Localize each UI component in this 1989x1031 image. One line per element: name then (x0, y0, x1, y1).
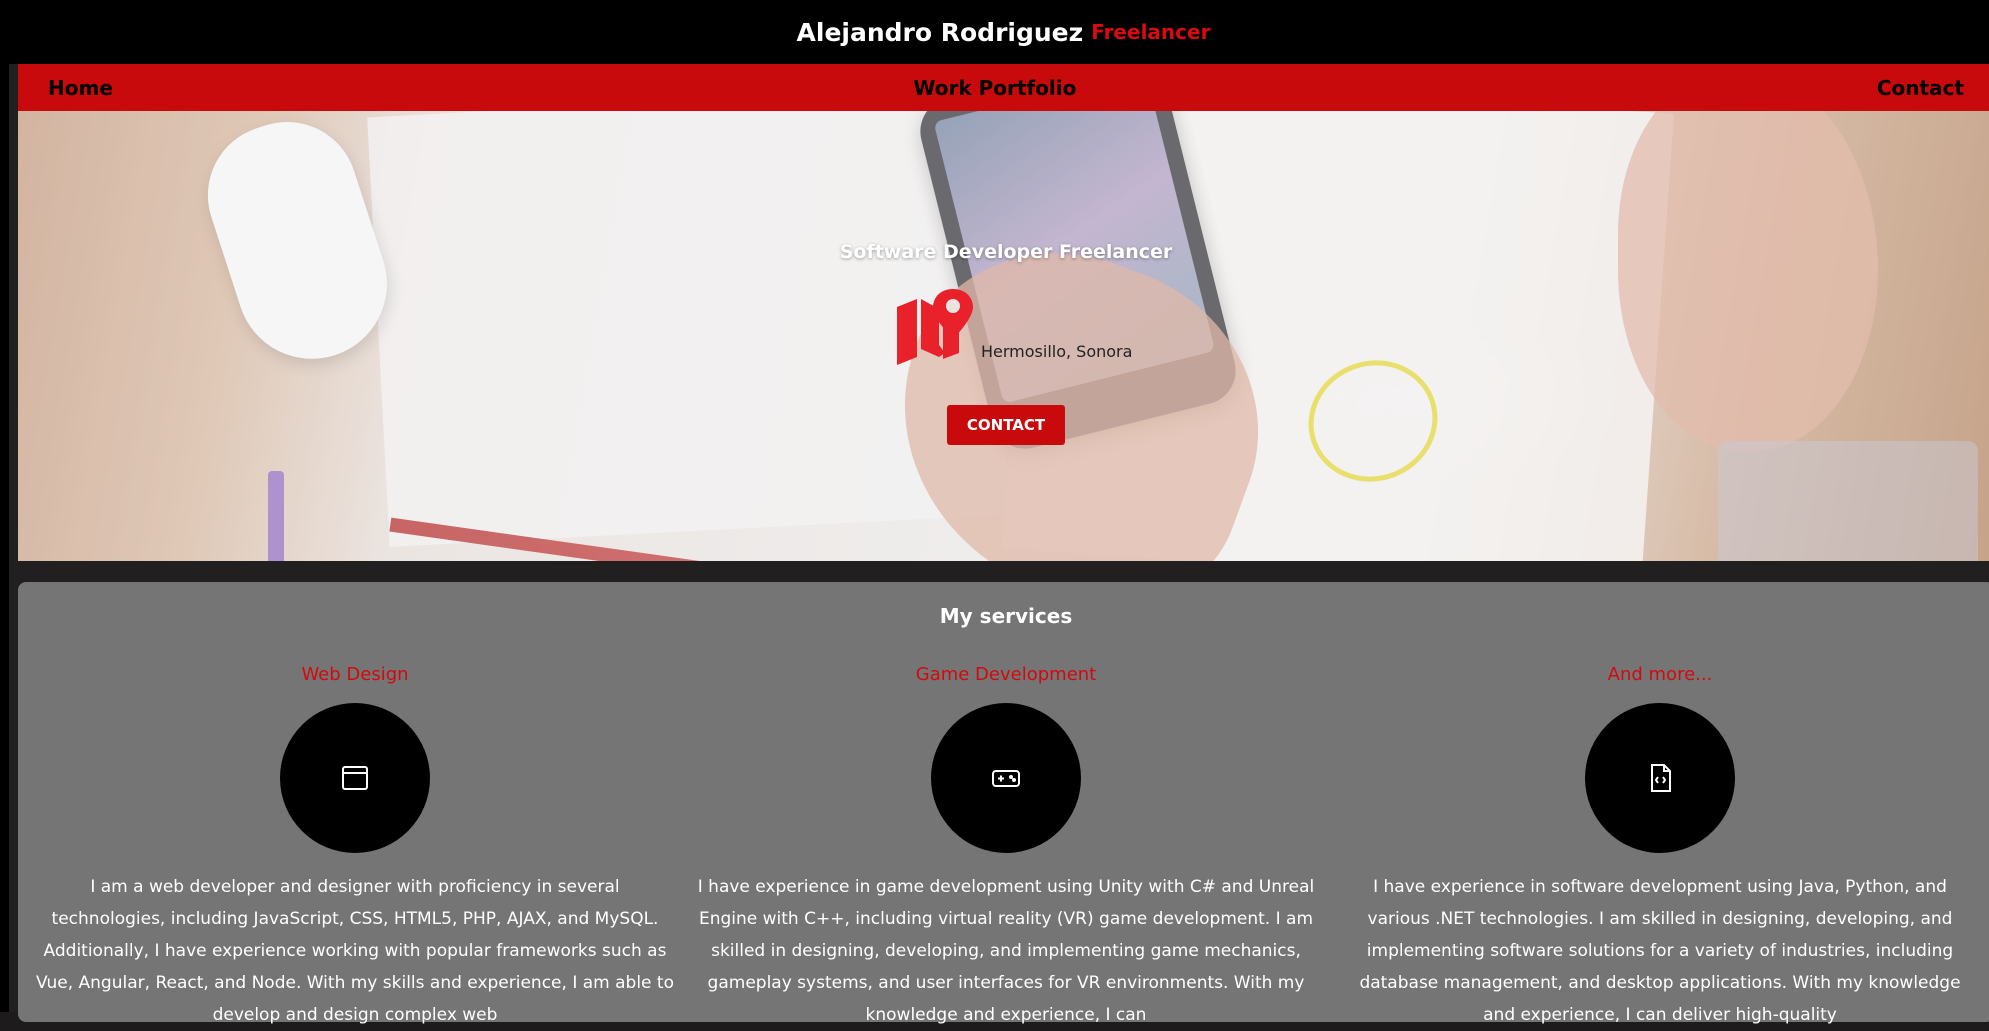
location-text: Hermosillo, Sonora (981, 342, 1133, 361)
hero-title: Software Developer Freelancer (839, 241, 1173, 263)
location-block: Hermosillo, Sonora (893, 287, 1132, 371)
hero-content: Software Developer Freelancer Hermosillo… (18, 111, 1989, 561)
main-navigation: Home Work Portfolio Contact (18, 64, 1989, 111)
service-title: Web Design (301, 664, 409, 685)
service-title: Game Development (915, 664, 1097, 685)
site-owner-name: Alejandro Rodriguez (796, 17, 1084, 47)
service-description: I am a web developer and designer with p… (36, 877, 674, 1025)
map-pin-icon (893, 287, 981, 371)
service-card-and-more: And more... I have experience in softwar… (1335, 664, 1985, 1031)
service-card-game-development: Game Development I have experience in ga… (681, 664, 1331, 1031)
service-title: And more... (1607, 664, 1713, 685)
nav-home-link[interactable]: Home (48, 76, 113, 100)
nav-contact-link[interactable]: Contact (1877, 76, 1964, 100)
gamepad-icon (931, 703, 1081, 853)
service-card-web-design: Web Design I am a web developer and desi… (30, 664, 680, 1031)
service-description: I have experience in software developmen… (1359, 877, 1961, 1025)
services-title: My services (939, 604, 1073, 628)
services-section: My services Web Design I am a web develo… (18, 582, 1989, 1025)
page-frame: Alejandro Rodriguez Freelancer Home Work… (0, 0, 1989, 1025)
site-owner-role: Freelancer (1091, 20, 1211, 44)
nav-portfolio-link[interactable]: Work Portfolio (913, 76, 1076, 100)
code-file-icon (1585, 703, 1735, 853)
contact-button[interactable]: CONTACT (947, 405, 1065, 445)
hero-banner: Software Developer Freelancer Hermosillo… (18, 111, 1989, 561)
service-description: I have experience in game development us… (697, 877, 1315, 1025)
site-header: Alejandro Rodriguez Freelancer (9, 0, 1989, 64)
browser-window-icon (280, 703, 430, 853)
